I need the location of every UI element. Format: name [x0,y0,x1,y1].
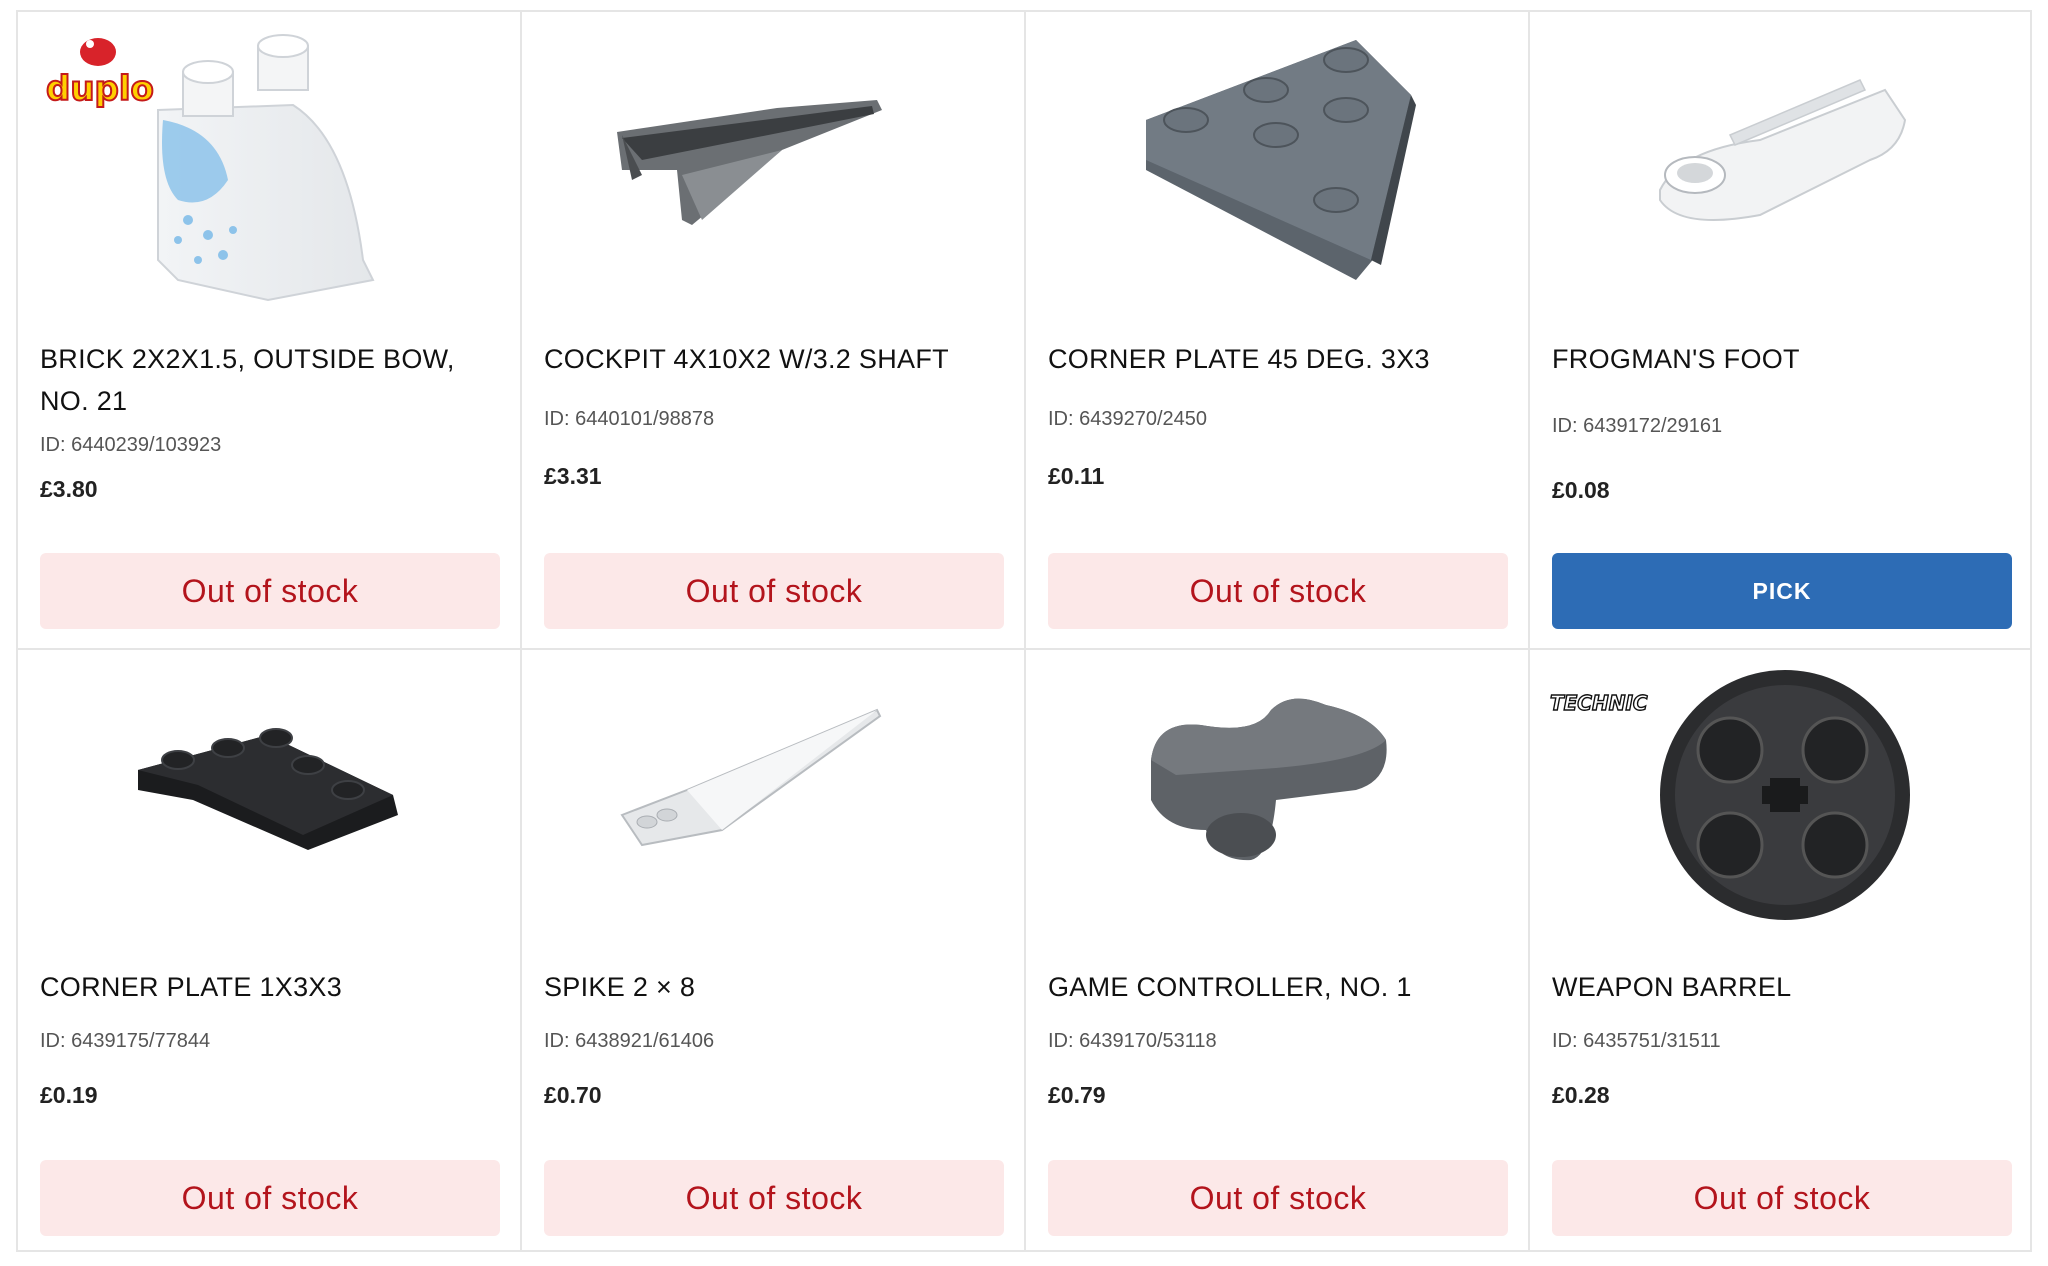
product-card: GAME CONTROLLER, NO. 1 ID: 6439170/53118… [1024,650,1528,1250]
product-price: £3.80 [40,476,98,502]
product-id: ID: 6440239/103923 [40,434,222,456]
product-card: SPIKE 2 × 8 ID: 6438921/61406 £0.70 Out … [520,650,1024,1250]
product-title[interactable]: GAME CONTROLLER, NO. 1 [1048,966,1506,1008]
product-card: FROGMAN'S FOOT ID: 6439172/29161 £0.08 P… [1528,10,2032,650]
product-price: £0.11 [1048,463,1105,489]
product-title[interactable]: COCKPIT 4X10X2 W/3.2 SHAFT [544,338,1002,380]
out-of-stock-button: Out of stock [1552,1160,2012,1236]
product-price: £0.19 [40,1082,98,1108]
product-title[interactable]: WEAPON BARREL [1552,966,2008,1008]
out-of-stock-button: Out of stock [544,1160,1004,1236]
out-of-stock-button: Out of stock [544,553,1004,629]
pick-button[interactable]: PICK [1552,553,2012,629]
product-id: ID: 6439270/2450 [1048,408,1208,430]
product-id: ID: 6439172/29161 [1552,415,1723,437]
product-price: £0.28 [1552,1082,1610,1108]
product-image[interactable]: TECHNIC [1530,650,2030,960]
product-grid: duplo BRICK 2X2X1.5, OUTSIDE BOW, NO. 21… [16,10,2032,1250]
product-title[interactable]: FROGMAN'S FOOT [1552,338,2008,380]
product-image[interactable] [18,650,520,960]
product-price: £3.31 [544,463,602,489]
out-of-stock-button: Out of stock [40,1160,500,1236]
grid-bottom-rule [16,1250,2032,1252]
product-title[interactable]: CORNER PLATE 1X3X3 [40,966,498,1008]
product-title[interactable]: SPIKE 2 × 8 [544,966,1002,1008]
product-card: duplo BRICK 2X2X1.5, OUTSIDE BOW, NO. 21… [16,10,520,650]
svg-text:duplo: duplo [46,69,154,109]
duplo-logo: duplo [45,38,155,110]
product-card: COCKPIT 4X10X2 W/3.2 SHAFT ID: 6440101/9… [520,10,1024,650]
svg-text:TECHNIC: TECHNIC [1550,691,1648,715]
out-of-stock-button: Out of stock [1048,1160,1508,1236]
product-image[interactable] [522,650,1024,960]
product-image[interactable] [1026,10,1528,320]
out-of-stock-button: Out of stock [1048,553,1508,629]
product-card: TECHNIC WEAPON BARREL ID: 6435751/31511 … [1528,650,2032,1250]
product-title[interactable]: CORNER PLATE 45 DEG. 3X3 [1048,338,1506,380]
product-price: £0.70 [544,1082,602,1108]
product-id: ID: 6439170/53118 [1048,1030,1217,1052]
product-image[interactable] [522,10,1024,320]
product-card: CORNER PLATE 45 DEG. 3X3 ID: 6439270/245… [1024,10,1528,650]
product-card: CORNER PLATE 1X3X3 ID: 6439175/77844 £0.… [16,650,520,1250]
product-id: ID: 6439175/77844 [40,1030,211,1052]
product-image[interactable] [1026,650,1528,960]
product-title[interactable]: BRICK 2X2X1.5, OUTSIDE BOW, NO. 21 [40,338,498,422]
product-id: ID: 6438921/61406 [544,1030,715,1052]
product-image[interactable]: duplo [18,10,520,320]
product-image[interactable] [1530,10,2030,320]
product-id: ID: 6435751/31511 [1552,1030,1721,1052]
product-price: £0.79 [1048,1082,1106,1108]
product-price: £0.08 [1552,477,1610,503]
out-of-stock-button: Out of stock [40,553,500,629]
technic-logo: TECHNIC [1549,690,1648,715]
product-id: ID: 6440101/98878 [544,408,715,430]
